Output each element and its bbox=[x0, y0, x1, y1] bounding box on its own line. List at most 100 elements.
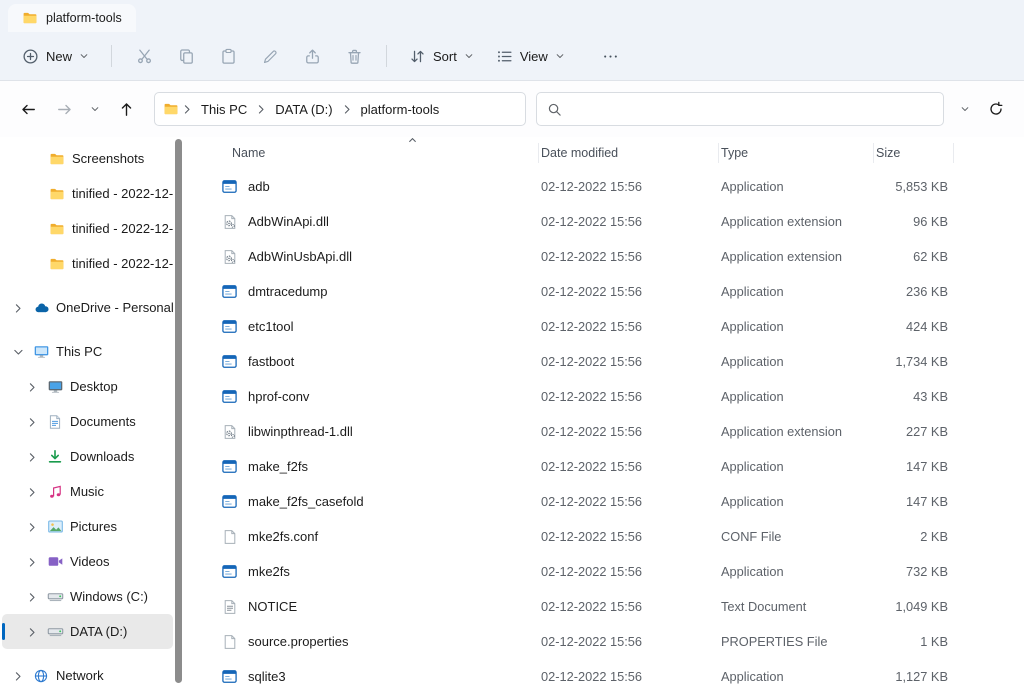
sidebar-item-documents[interactable]: Documents bbox=[2, 404, 173, 439]
file-name: dmtracedump bbox=[248, 284, 327, 299]
file-row-mke2fs[interactable]: mke2fs02-12-2022 15:56Application732 KB bbox=[221, 554, 1024, 589]
column-header-date-modified[interactable]: Date modified bbox=[539, 143, 719, 163]
folder-icon bbox=[22, 10, 38, 26]
chevron-down-icon[interactable] bbox=[10, 347, 26, 357]
sidebar-item-this-pc[interactable]: This PC bbox=[2, 334, 173, 369]
file-row-make-f2fs-casefold[interactable]: make_f2fs_casefold02-12-2022 15:56Applic… bbox=[221, 484, 1024, 519]
file-size: 1,734 KB bbox=[874, 354, 954, 369]
file-name: mke2fs.conf bbox=[248, 529, 318, 544]
file-row-source-properties[interactable]: source.properties02-12-2022 15:56PROPERT… bbox=[221, 624, 1024, 659]
file-row-fastboot[interactable]: fastboot02-12-2022 15:56Application1,734… bbox=[221, 344, 1024, 379]
file-row-make-f2fs[interactable]: make_f2fs02-12-2022 15:56Application147 … bbox=[221, 449, 1024, 484]
sidebar-item-downloads[interactable]: Downloads bbox=[2, 439, 173, 474]
search-box[interactable] bbox=[536, 92, 944, 126]
breadcrumb-item-data-d[interactable]: DATA (D:) bbox=[269, 100, 338, 119]
chevron-right-icon[interactable] bbox=[24, 592, 40, 602]
paste-button[interactable] bbox=[208, 39, 248, 73]
file-row-adb[interactable]: adb02-12-2022 15:56Application5,853 KB bbox=[221, 169, 1024, 204]
application-icon bbox=[221, 283, 238, 300]
chevron-right-icon[interactable] bbox=[24, 522, 40, 532]
sidebar-item-label: Desktop bbox=[70, 379, 118, 394]
file-pane: Name Date modified Type Size adb02-12-20… bbox=[185, 137, 1024, 685]
chevron-right-icon[interactable] bbox=[24, 452, 40, 462]
chevron-right-icon[interactable] bbox=[24, 487, 40, 497]
recent-locations-button[interactable] bbox=[84, 93, 106, 125]
sidebar-item-music[interactable]: Music bbox=[2, 474, 173, 509]
cut-button[interactable] bbox=[124, 39, 164, 73]
text-document-icon bbox=[221, 599, 238, 615]
copy-button[interactable] bbox=[166, 39, 206, 73]
file-name-cell: source.properties bbox=[221, 634, 539, 650]
sidebar-item-label: Network bbox=[56, 668, 104, 683]
file-row-dmtracedump[interactable]: dmtracedump02-12-2022 15:56Application23… bbox=[221, 274, 1024, 309]
file-row-adbwinusbapi-dll[interactable]: AdbWinUsbApi.dll02-12-2022 15:56Applicat… bbox=[221, 239, 1024, 274]
sidebar-item-tinified-2022-12-0[interactable]: tinified - 2022-12-0 bbox=[2, 176, 173, 211]
dll-file-icon bbox=[221, 424, 238, 440]
arrow-left-icon bbox=[20, 101, 37, 118]
address-dropdown-button[interactable] bbox=[954, 93, 976, 125]
search-input[interactable] bbox=[570, 102, 933, 117]
sidebar-item-windows-c[interactable]: Windows (C:) bbox=[2, 579, 173, 614]
address-bar[interactable]: This PC DATA (D:) platform-tools bbox=[154, 92, 526, 126]
file-name: mke2fs bbox=[248, 564, 290, 579]
sidebar-item-pictures[interactable]: Pictures bbox=[2, 509, 173, 544]
file-type: Application bbox=[719, 179, 874, 194]
sidebar-item-network[interactable]: Network bbox=[2, 658, 173, 685]
date-modified: 02-12-2022 15:56 bbox=[539, 564, 719, 579]
sidebar-item-label: Pictures bbox=[70, 519, 117, 534]
share-button[interactable] bbox=[292, 39, 332, 73]
breadcrumb-item-this-pc[interactable]: This PC bbox=[195, 100, 253, 119]
sidebar-item-tinified-2022-12-0[interactable]: tinified - 2022-12-0 bbox=[2, 211, 173, 246]
generic-file-icon bbox=[221, 634, 238, 650]
more-options-button[interactable] bbox=[591, 39, 631, 73]
forward-button[interactable] bbox=[48, 93, 80, 125]
explorer-tab[interactable]: platform-tools bbox=[8, 4, 136, 32]
chevron-right-icon bbox=[182, 104, 192, 114]
file-row-hprof-conv[interactable]: hprof-conv02-12-2022 15:56Application43 … bbox=[221, 379, 1024, 414]
sort-button[interactable]: Sort bbox=[399, 41, 484, 72]
sidebar-item-data-d[interactable]: DATA (D:) bbox=[2, 614, 173, 649]
file-row-sqlite3[interactable]: sqlite302-12-2022 15:56Application1,127 … bbox=[221, 659, 1024, 685]
chevron-right-icon[interactable] bbox=[24, 417, 40, 427]
file-row-adbwinapi-dll[interactable]: AdbWinApi.dll02-12-2022 15:56Application… bbox=[221, 204, 1024, 239]
music-icon bbox=[46, 484, 64, 500]
file-name-cell: NOTICE bbox=[221, 599, 539, 615]
sidebar-list: Screenshotstinified - 2022-12-0tinified … bbox=[0, 141, 185, 685]
sidebar-item-desktop[interactable]: Desktop bbox=[2, 369, 173, 404]
file-row-etc1tool[interactable]: etc1tool02-12-2022 15:56Application424 K… bbox=[221, 309, 1024, 344]
file-name: sqlite3 bbox=[248, 669, 286, 684]
sidebar-item-screenshots[interactable]: Screenshots bbox=[2, 141, 173, 176]
selection-accent bbox=[2, 623, 5, 640]
sidebar-scrollbar[interactable] bbox=[175, 139, 182, 683]
file-name: AdbWinUsbApi.dll bbox=[248, 249, 352, 264]
date-modified: 02-12-2022 15:56 bbox=[539, 634, 719, 649]
breadcrumb-item-platform-tools[interactable]: platform-tools bbox=[355, 100, 446, 119]
file-row-notice[interactable]: NOTICE02-12-2022 15:56Text Document1,049… bbox=[221, 589, 1024, 624]
chevron-right-icon[interactable] bbox=[24, 382, 40, 392]
column-header-size[interactable]: Size bbox=[874, 143, 954, 163]
view-button[interactable]: View bbox=[486, 41, 575, 72]
delete-button[interactable] bbox=[334, 39, 374, 73]
sidebar-item-onedrive-personal[interactable]: OneDrive - Personal bbox=[2, 290, 173, 325]
chevron-right-icon[interactable] bbox=[24, 627, 40, 637]
column-header-name[interactable]: Name bbox=[221, 143, 539, 163]
chevron-right-icon[interactable] bbox=[10, 671, 26, 681]
file-size: 5,853 KB bbox=[874, 179, 954, 194]
chevron-right-icon[interactable] bbox=[10, 303, 26, 313]
sidebar-item-tinified-2022-12-0[interactable]: tinified - 2022-12-0 bbox=[2, 246, 173, 281]
refresh-button[interactable] bbox=[980, 93, 1012, 125]
rename-button[interactable] bbox=[250, 39, 290, 73]
chevron-right-icon[interactable] bbox=[24, 557, 40, 567]
sidebar-item-videos[interactable]: Videos bbox=[2, 544, 173, 579]
file-type: CONF File bbox=[719, 529, 874, 544]
file-size: 62 KB bbox=[874, 249, 954, 264]
up-button[interactable] bbox=[110, 93, 142, 125]
file-name-cell: adb bbox=[221, 178, 539, 195]
column-header-type[interactable]: Type bbox=[719, 143, 874, 163]
file-row-libwinpthread-1-dll[interactable]: libwinpthread-1.dll02-12-2022 15:56Appli… bbox=[221, 414, 1024, 449]
file-row-mke2fs-conf[interactable]: mke2fs.conf02-12-2022 15:56CONF File2 KB bbox=[221, 519, 1024, 554]
new-button[interactable]: New bbox=[12, 41, 99, 72]
sidebar-item-label: Windows (C:) bbox=[70, 589, 148, 604]
date-modified: 02-12-2022 15:56 bbox=[539, 249, 719, 264]
back-button[interactable] bbox=[12, 93, 44, 125]
